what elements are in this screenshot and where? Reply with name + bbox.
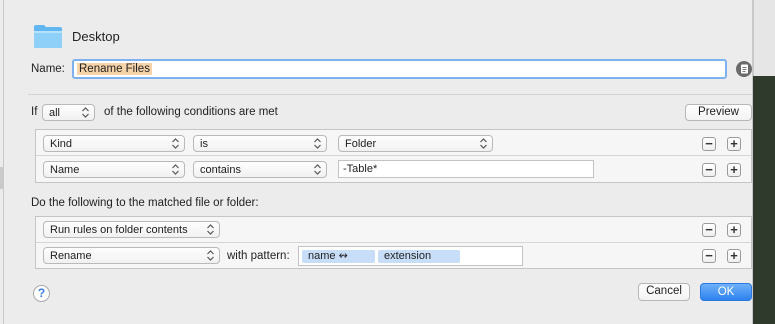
updown-arrow-icon — [314, 138, 321, 149]
with-pattern-label: with pattern: — [227, 250, 290, 262]
rule-editor-sheet: Desktop Name: Rename Files If all of the… — [3, 0, 753, 324]
updown-arrow-icon — [82, 107, 89, 118]
background-window-edge — [753, 0, 775, 76]
if-label: If — [31, 106, 38, 118]
name-token[interactable]: name ↭ — [302, 250, 375, 263]
condition-value: Folder — [345, 138, 377, 150]
remove-condition-button[interactable]: − — [702, 137, 716, 151]
condition-value-popup[interactable]: Folder — [338, 135, 493, 152]
note-icon — [740, 64, 748, 74]
updown-arrow-icon — [207, 250, 214, 261]
action-value: Run rules on folder contents — [50, 224, 188, 236]
add-condition-button[interactable]: + — [727, 163, 741, 177]
add-action-button[interactable]: + — [727, 223, 741, 237]
updown-arrow-icon — [172, 138, 179, 149]
match-mode-value: all — [49, 107, 61, 119]
extension-token[interactable]: extension — [378, 250, 460, 263]
divider — [28, 94, 752, 95]
conditions-suffix: of the following conditions are met — [104, 106, 278, 118]
comment-button[interactable] — [736, 61, 752, 77]
cancel-button[interactable]: Cancel — [638, 283, 690, 301]
actions-label: Do the following to the matched file or … — [31, 197, 259, 209]
condition-attribute-value: Kind — [50, 138, 73, 150]
rule-name-input[interactable]: Rename Files — [72, 59, 727, 79]
add-action-button[interactable]: + — [727, 249, 741, 263]
action-value: Rename — [50, 250, 92, 262]
name-label: Name: — [31, 63, 65, 75]
condition-attribute-popup[interactable]: Kind — [43, 135, 185, 152]
updown-arrow-icon — [207, 224, 214, 235]
help-button[interactable]: ? — [33, 285, 50, 302]
conditions-list: Kind is Folder − + Name contains -Table*… — [35, 129, 752, 183]
condition-operator-popup[interactable]: is — [193, 135, 327, 152]
action-popup[interactable]: Run rules on folder contents — [43, 221, 220, 238]
updown-arrow-icon — [314, 164, 321, 175]
action-row: Rename with pattern: name ↭ extension − … — [36, 243, 751, 269]
condition-operator-popup[interactable]: contains — [193, 161, 327, 178]
condition-attribute-value: Name — [50, 164, 80, 176]
remove-action-button[interactable]: − — [702, 249, 716, 263]
actions-list: Run rules on folder contents − + Rename … — [35, 216, 752, 269]
action-row: Run rules on folder contents − + — [36, 217, 751, 243]
match-mode-popup[interactable]: all — [42, 104, 95, 121]
rule-name-value: Rename Files — [77, 63, 152, 75]
folder-icon — [34, 25, 62, 48]
folder-title: Desktop — [72, 29, 120, 44]
action-popup[interactable]: Rename — [43, 247, 220, 264]
background-desktop — [753, 76, 775, 324]
updown-arrow-icon — [172, 164, 179, 175]
condition-operator-value: contains — [200, 164, 241, 176]
remove-condition-button[interactable]: − — [702, 163, 716, 177]
condition-attribute-popup[interactable]: Name — [43, 161, 185, 178]
condition-value-input[interactable]: -Table* — [338, 160, 594, 178]
preview-button[interactable]: Preview — [685, 104, 752, 121]
condition-row: Kind is Folder − + — [36, 130, 751, 156]
add-condition-button[interactable]: + — [727, 137, 741, 151]
condition-operator-value: is — [200, 138, 208, 150]
updown-arrow-icon — [480, 138, 487, 149]
ok-button[interactable]: OK — [700, 283, 752, 301]
remove-action-button[interactable]: − — [702, 223, 716, 237]
condition-row: Name contains -Table* − + — [36, 156, 751, 183]
pattern-field[interactable]: name ↭ extension — [298, 246, 523, 266]
